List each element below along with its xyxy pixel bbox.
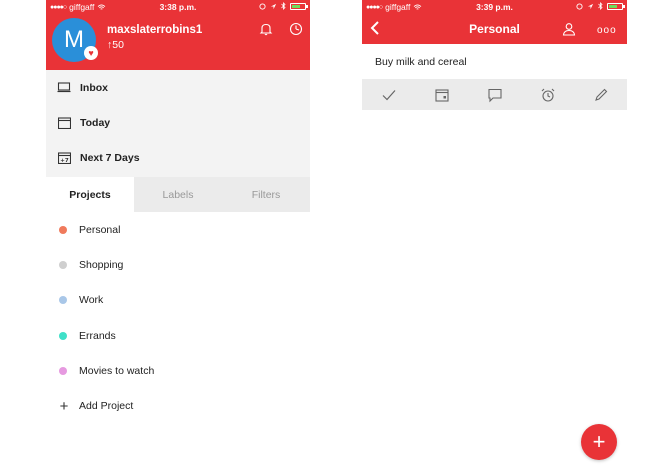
project-color-dot [59, 331, 67, 340]
complete-task-button[interactable] [381, 87, 397, 103]
project-label: Personal [79, 223, 121, 236]
project-item-work[interactable]: Work [46, 283, 310, 318]
add-project-label: Add Project [79, 400, 134, 413]
project-color-dot [59, 260, 67, 269]
project-color-dot [59, 225, 67, 234]
project-item-errands[interactable]: Errands [46, 318, 310, 353]
tab-projects[interactable]: Projects [46, 177, 134, 212]
comment-button[interactable] [487, 87, 503, 103]
project-color-dot [59, 366, 67, 375]
nav-item-today[interactable]: Today [46, 105, 310, 140]
project-label: Shopping [79, 258, 124, 271]
task-item[interactable]: Buy milk and cereal [362, 44, 627, 79]
left-screen: ●●●●○ giffgaff 3:38 p.m. M ♥ maxslaterro… [46, 0, 310, 470]
checkmark-icon [382, 89, 395, 100]
project-item-personal[interactable]: Personal [46, 212, 310, 247]
status-bar: ●●●●○ giffgaff 3:38 p.m. [46, 0, 310, 14]
nav-item-inbox[interactable]: Inbox [46, 70, 310, 105]
project-list: Personal Shopping Work Errands Movies to… [46, 212, 310, 470]
project-label: Work [79, 294, 104, 307]
battery-icon [290, 2, 308, 10]
calendar-7-text: +7 [60, 158, 69, 164]
plus-icon: + [59, 397, 69, 415]
location-icon [587, 3, 594, 10]
task-toolbar [362, 79, 627, 110]
username: maxslaterrobins1 [107, 24, 203, 36]
add-project-button[interactable]: + Add Project [46, 388, 310, 423]
comment-icon [487, 88, 502, 102]
nav-item-label: Next 7 Days [80, 151, 140, 164]
alarm-icon [576, 2, 583, 10]
battery-icon [607, 2, 625, 10]
calendar-icon [434, 88, 449, 102]
project-item-movies-to-watch[interactable]: Movies to watch [46, 353, 310, 388]
calendar-7-icon: +7 [57, 151, 71, 164]
nav-item-label: Inbox [80, 81, 108, 94]
person-icon [562, 23, 576, 36]
schedule-button[interactable] [434, 87, 450, 103]
reminder-button[interactable] [540, 87, 556, 103]
project-header: ●●●●○ giffgaff 3:39 p.m. Personal ooo [362, 0, 627, 44]
status-bar: ●●●●○ giffgaff 3:39 p.m. [362, 0, 627, 14]
pencil-icon [594, 88, 607, 101]
task-content: Buy milk and cereal [375, 55, 467, 68]
inbox-icon [57, 82, 71, 94]
more-options-button[interactable]: ooo [597, 25, 617, 36]
right-screen: ●●●●○ giffgaff 3:39 p.m. Personal ooo Bu… [362, 0, 627, 470]
project-item-shopping[interactable]: Shopping [46, 247, 310, 282]
project-label: Movies to watch [79, 364, 155, 377]
project-color-dot [59, 296, 67, 305]
bell-icon[interactable] [259, 22, 273, 36]
edit-button[interactable] [593, 87, 609, 103]
alarm-clock-icon [541, 88, 554, 102]
nav-list: Inbox Today +7 Next 7 Days [46, 70, 310, 175]
add-task-button[interactable]: + [581, 424, 617, 460]
project-title: Personal [469, 22, 520, 36]
share-project-button[interactable] [562, 22, 576, 36]
karma-score: ↑50 [107, 39, 124, 51]
tab-labels[interactable]: Labels [134, 177, 222, 212]
profile-header: ●●●●○ giffgaff 3:38 p.m. M ♥ maxslaterro… [46, 0, 310, 70]
heart-icon: ♥ [84, 46, 98, 60]
location-icon [270, 3, 277, 10]
nav-item-label: Today [80, 116, 111, 129]
tab-bar: Projects Labels Filters [46, 177, 310, 212]
tab-filters[interactable]: Filters [222, 177, 310, 212]
bluetooth-icon [281, 2, 286, 10]
productivity-icon[interactable] [289, 22, 303, 36]
bluetooth-icon [598, 2, 603, 10]
alarm-icon [259, 2, 266, 10]
nav-item-next-7-days[interactable]: +7 Next 7 Days [46, 140, 310, 175]
calendar-icon [57, 116, 71, 129]
project-label: Errands [79, 329, 116, 342]
